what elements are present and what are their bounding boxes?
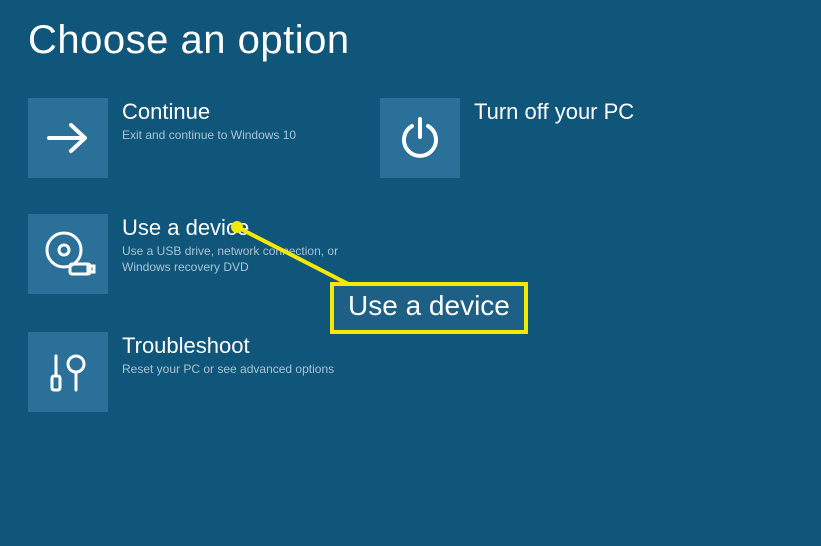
power-icon — [380, 98, 460, 178]
callout-text: Use a device — [348, 290, 510, 321]
arrow-right-icon — [28, 98, 108, 178]
poweroff-title: Turn off your PC — [474, 100, 634, 124]
troubleshoot-sub: Reset your PC or see advanced options — [122, 362, 334, 378]
use-device-sub: Use a USB drive, network connection, or … — [122, 244, 342, 275]
tools-icon — [28, 332, 108, 412]
continue-title: Continue — [122, 100, 296, 124]
troubleshoot-tile[interactable]: Troubleshoot Reset your PC or see advanc… — [28, 332, 358, 412]
poweroff-tile[interactable]: Turn off your PC — [380, 98, 710, 178]
callout-box: Use a device — [330, 282, 528, 334]
continue-sub: Exit and continue to Windows 10 — [122, 128, 296, 144]
callout-dot — [231, 221, 243, 233]
page-title: Choose an option — [28, 18, 350, 63]
continue-tile[interactable]: Continue Exit and continue to Windows 10 — [28, 98, 358, 178]
disc-usb-icon — [28, 214, 108, 294]
troubleshoot-title: Troubleshoot — [122, 334, 334, 358]
use-device-tile[interactable]: Use a device Use a USB drive, network co… — [28, 214, 358, 294]
